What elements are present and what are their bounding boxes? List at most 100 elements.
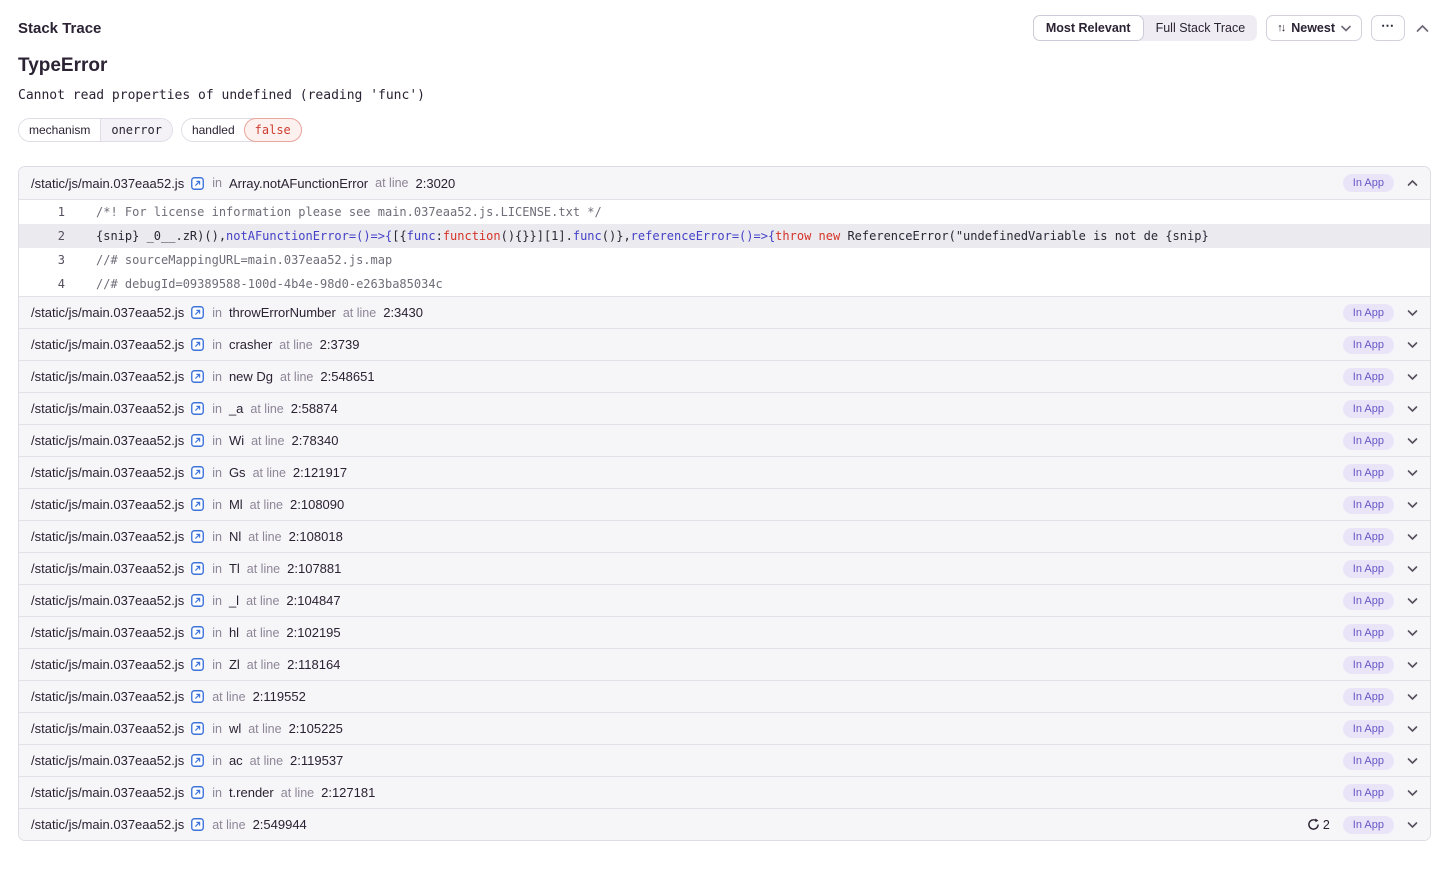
frame-expand-chevron-icon[interactable]: [1407, 501, 1418, 509]
stack-frame-row[interactable]: /static/js/main.037eaa52.js in ac at lin…: [19, 744, 1430, 776]
line-code: //# sourceMappingURL=main.037eaa52.js.ma…: [65, 248, 392, 272]
frame-file-path: /static/js/main.037eaa52.js: [31, 753, 184, 768]
in-app-badge: In App: [1343, 400, 1394, 418]
frame-line-number: 2:58874: [291, 401, 338, 416]
frame-expand-chevron-icon[interactable]: [1407, 757, 1418, 765]
frame-function-name: Gs: [229, 465, 246, 480]
frame-line-number: 2:121917: [293, 465, 347, 480]
external-link-icon[interactable]: [191, 306, 204, 319]
stack-frame-row[interactable]: /static/js/main.037eaa52.js in Zl at lin…: [19, 648, 1430, 680]
external-link-icon[interactable]: [191, 626, 204, 639]
external-link-icon[interactable]: [191, 370, 204, 383]
external-link-icon[interactable]: [191, 754, 204, 767]
source-context-block: 1/*! For license information please see …: [19, 199, 1430, 296]
frame-file-path: /static/js/main.037eaa52.js: [31, 657, 184, 672]
stack-frame-row[interactable]: /static/js/main.037eaa52.js in _l at lin…: [19, 584, 1430, 616]
frame-at-line-label: at line: [251, 434, 284, 448]
frame-file-path: /static/js/main.037eaa52.js: [31, 176, 184, 191]
frame-file-path: /static/js/main.037eaa52.js: [31, 401, 184, 416]
external-link-icon[interactable]: [191, 594, 204, 607]
frame-file-path: /static/js/main.037eaa52.js: [31, 593, 184, 608]
frame-in-label: in: [212, 306, 222, 320]
toggle-most-relevant[interactable]: Most Relevant: [1033, 15, 1144, 41]
stack-frame-row[interactable]: /static/js/main.037eaa52.js at line 2:54…: [19, 808, 1430, 840]
stack-frame-row[interactable]: /static/js/main.037eaa52.js in _a at lin…: [19, 392, 1430, 424]
frame-line-number: 2:78340: [291, 433, 338, 448]
collapse-section-button[interactable]: [1414, 22, 1431, 35]
frame-expand-chevron-icon[interactable]: [1407, 373, 1418, 381]
external-link-icon[interactable]: [191, 498, 204, 511]
frame-expand-chevron-icon[interactable]: [1407, 597, 1418, 605]
frame-expand-chevron-icon[interactable]: [1407, 341, 1418, 349]
external-link-icon[interactable]: [191, 658, 204, 671]
frame-function-name: Ml: [229, 497, 243, 512]
frame-line-number: 2:107881: [287, 561, 341, 576]
stack-frame-row[interactable]: /static/js/main.037eaa52.js at line 2:11…: [19, 680, 1430, 712]
stack-frame-row[interactable]: /static/js/main.037eaa52.js in new Dg at…: [19, 360, 1430, 392]
external-link-icon[interactable]: [191, 786, 204, 799]
in-app-badge: In App: [1343, 432, 1394, 450]
frame-function-name: Array.notAFunctionError: [229, 176, 368, 191]
external-link-icon[interactable]: [191, 562, 204, 575]
stack-frame-row[interactable]: /static/js/main.037eaa52.js in crasher a…: [19, 328, 1430, 360]
frame-in-label: in: [212, 562, 222, 576]
frame-file-path: /static/js/main.037eaa52.js: [31, 561, 184, 576]
frame-line-number: 2:548651: [320, 369, 374, 384]
stack-frame-row[interactable]: /static/js/main.037eaa52.js in t.render …: [19, 776, 1430, 808]
frame-expand-chevron-icon[interactable]: [1407, 565, 1418, 573]
frame-line-number: 2:3020: [416, 176, 456, 191]
line-number: 1: [19, 200, 65, 224]
frame-at-line-label: at line: [253, 466, 286, 480]
frame-in-label: in: [212, 722, 222, 736]
stack-frame-row[interactable]: /static/js/main.037eaa52.js in throwErro…: [19, 296, 1430, 328]
frame-expand-chevron-icon[interactable]: [1407, 179, 1418, 187]
stack-frame-row[interactable]: /static/js/main.037eaa52.js in hl at lin…: [19, 616, 1430, 648]
frame-at-line-label: at line: [250, 754, 283, 768]
line-code: {snip} _0__.zR)(),notAFunctionError=()=>…: [65, 224, 1209, 248]
frame-expand-chevron-icon[interactable]: [1407, 405, 1418, 413]
stack-trace-section: Stack Trace Most Relevant Full Stack Tra…: [18, 14, 1431, 841]
external-link-icon[interactable]: [191, 338, 204, 351]
frame-expand-chevron-icon[interactable]: [1407, 821, 1418, 829]
frame-expand-chevron-icon[interactable]: [1407, 309, 1418, 317]
external-link-icon[interactable]: [191, 466, 204, 479]
line-code: /*! For license information please see m…: [65, 200, 602, 224]
frame-expand-chevron-icon[interactable]: [1407, 789, 1418, 797]
frame-expand-chevron-icon[interactable]: [1407, 629, 1418, 637]
frame-function-name: throwErrorNumber: [229, 305, 336, 320]
toggle-full-stack-trace[interactable]: Full Stack Trace: [1144, 15, 1258, 41]
stack-frame-row[interactable]: /static/js/main.037eaa52.js in Array.not…: [19, 167, 1430, 199]
external-link-icon[interactable]: [191, 177, 204, 190]
frame-at-line-label: at line: [248, 722, 281, 736]
frame-expand-chevron-icon[interactable]: [1407, 469, 1418, 477]
external-link-icon[interactable]: [191, 434, 204, 447]
external-link-icon[interactable]: [191, 818, 204, 831]
external-link-icon[interactable]: [191, 722, 204, 735]
frame-expand-chevron-icon[interactable]: [1407, 725, 1418, 733]
line-number: 2: [19, 224, 65, 248]
frame-function-name: new Dg: [229, 369, 273, 384]
frame-expand-chevron-icon[interactable]: [1407, 661, 1418, 669]
frame-line-number: 2:549944: [253, 817, 307, 832]
stack-frame-row[interactable]: /static/js/main.037eaa52.js in wl at lin…: [19, 712, 1430, 744]
frame-expand-chevron-icon[interactable]: [1407, 693, 1418, 701]
more-options-button[interactable]: ⋯: [1371, 15, 1405, 41]
sort-newest-button[interactable]: ↑↓ Newest: [1266, 15, 1362, 41]
external-link-icon[interactable]: [191, 690, 204, 703]
stack-frame-row[interactable]: /static/js/main.037eaa52.js in Ml at lin…: [19, 488, 1430, 520]
frame-file-path: /static/js/main.037eaa52.js: [31, 689, 184, 704]
stack-frame-row[interactable]: /static/js/main.037eaa52.js in Nl at lin…: [19, 520, 1430, 552]
frame-file-path: /static/js/main.037eaa52.js: [31, 465, 184, 480]
frame-in-label: in: [212, 434, 222, 448]
frame-at-line-label: at line: [212, 690, 245, 704]
frame-function-name: t.render: [229, 785, 274, 800]
external-link-icon[interactable]: [191, 530, 204, 543]
ellipsis-icon: ⋯: [1381, 18, 1395, 34]
frame-expand-chevron-icon[interactable]: [1407, 533, 1418, 541]
stack-frame-row[interactable]: /static/js/main.037eaa52.js in Wi at lin…: [19, 424, 1430, 456]
frame-expand-chevron-icon[interactable]: [1407, 437, 1418, 445]
stack-frame-row[interactable]: /static/js/main.037eaa52.js in Tl at lin…: [19, 552, 1430, 584]
stack-frame-row[interactable]: /static/js/main.037eaa52.js in Gs at lin…: [19, 456, 1430, 488]
external-link-icon[interactable]: [191, 402, 204, 415]
in-app-badge: In App: [1343, 720, 1394, 738]
